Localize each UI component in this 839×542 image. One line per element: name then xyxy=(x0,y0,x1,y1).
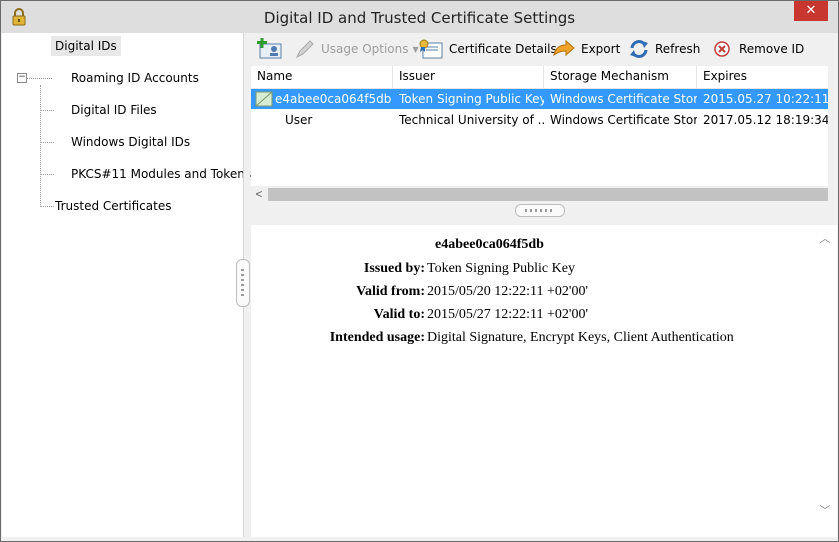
detail-row-issued-by: Issued by: Token Signing Public Key xyxy=(251,261,816,281)
export-label: Export xyxy=(581,42,621,56)
title-bar: Digital ID and Trusted Certificate Setti… xyxy=(1,1,838,33)
refresh-label: Refresh xyxy=(655,42,701,56)
row-expires: 2017.05.12 18:19:34 Z xyxy=(703,113,828,127)
list-vertical-scrollbar[interactable] xyxy=(828,66,837,202)
scroll-up-arrow[interactable]: ︿ xyxy=(819,233,831,245)
remove-id-label: Remove ID xyxy=(739,42,805,56)
row-storage: Windows Certificate Store xyxy=(550,113,697,127)
tree-item-roaming-id-accounts[interactable]: Roaming ID Accounts xyxy=(71,71,199,85)
certificate-settings-window: Digital ID and Trusted Certificate Setti… xyxy=(0,0,839,542)
certificate-details-label: Certificate Details xyxy=(449,42,557,56)
details-title: e4abee0ca064f5db xyxy=(435,237,544,252)
horizontal-splitter-grip[interactable] xyxy=(515,204,565,217)
detail-value: 2015/05/27 12:22:11 +02'00' xyxy=(427,307,588,322)
row-name: User xyxy=(285,113,313,127)
detail-label: Intended usage: xyxy=(329,330,425,345)
detail-row-valid-from: Valid from: 2015/05/20 12:22:11 +02'00' xyxy=(251,284,816,304)
scroll-down-arrow[interactable]: ﹀ xyxy=(819,505,831,517)
column-header-issuer[interactable]: Issuer xyxy=(393,66,544,88)
tree-item-digital-ids[interactable]: Digital IDs xyxy=(51,36,121,56)
tree-connector xyxy=(40,142,54,143)
horizontal-scroll-thumb[interactable] xyxy=(268,188,828,201)
tree-panel: − Digital IDs Roaming ID Accounts Digita… xyxy=(2,33,251,537)
row-name: e4abee0ca064f5db xyxy=(275,92,392,106)
export-button[interactable]: Export xyxy=(552,38,620,60)
id-list: Name Issuer Storage Mechanism Expires e4… xyxy=(251,66,828,186)
usage-options-button[interactable]: Usage Options ▼ xyxy=(294,38,419,60)
tree-item-windows-digital-ids[interactable]: Windows Digital IDs xyxy=(71,135,190,149)
add-id-button[interactable] xyxy=(257,38,288,60)
tree-connector xyxy=(26,78,52,79)
refresh-icon xyxy=(630,40,648,58)
column-header-expires[interactable]: Expires xyxy=(697,66,828,88)
row-issuer: Technical University of ... xyxy=(399,113,544,127)
pen-icon xyxy=(295,40,314,59)
scroll-left-arrow[interactable]: < xyxy=(253,186,265,202)
details-vertical-scrollbar[interactable]: ︿ ﹀ xyxy=(816,225,837,537)
tree-connector xyxy=(40,206,54,207)
tree-item-trusted-certificates[interactable]: Trusted Certificates xyxy=(55,199,171,213)
tree-item-pkcs11-modules[interactable]: PKCS#11 Modules and Tokens xyxy=(71,167,251,181)
detail-value: 2015/05/20 12:22:11 +02'00' xyxy=(427,284,588,299)
row-expires: 2015.05.27 10:22:11 Z xyxy=(703,92,828,106)
tree-connector xyxy=(40,110,54,111)
tree-item-digital-id-files[interactable]: Digital ID Files xyxy=(71,103,157,117)
usage-options-label: Usage Options xyxy=(321,42,409,56)
row-storage: Windows Certificate Store xyxy=(550,92,697,106)
horizontal-scrollbar[interactable]: < xyxy=(251,186,828,202)
certificate-details-pane: e4abee0ca064f5db Issued by: Token Signin… xyxy=(251,225,816,537)
detail-value: Digital Signature, Encrypt Keys, Client … xyxy=(427,330,734,345)
close-button[interactable]: ✕ xyxy=(794,1,828,21)
refresh-button[interactable]: Refresh xyxy=(628,38,700,60)
table-row[interactable]: User Technical University of ... Windows… xyxy=(251,110,828,130)
column-header-name[interactable]: Name xyxy=(251,66,393,88)
certificate-icon xyxy=(419,39,443,59)
detail-row-valid-to: Valid to: 2015/05/27 12:22:11 +02'00' xyxy=(251,307,816,327)
row-issuer: Token Signing Public Key xyxy=(399,92,544,106)
remove-icon xyxy=(714,41,730,57)
list-header: Name Issuer Storage Mechanism Expires xyxy=(251,66,828,89)
tree-connector xyxy=(40,174,54,175)
window-title: Digital ID and Trusted Certificate Setti… xyxy=(263,9,576,27)
detail-label: Issued by: xyxy=(363,261,425,276)
splitter-grip[interactable] xyxy=(236,259,250,307)
add-id-icon xyxy=(257,38,282,59)
detail-label: Valid to: xyxy=(373,307,425,322)
table-row[interactable]: e4abee0ca064f5db Token Signing Public Ke… xyxy=(251,89,828,109)
detail-row-intended-usage: Intended usage: Digital Signature, Encry… xyxy=(251,330,816,350)
detail-label: Valid from: xyxy=(356,284,425,299)
export-arrow-icon xyxy=(553,39,575,57)
tree-connector xyxy=(40,85,41,207)
detail-value: Token Signing Public Key xyxy=(427,261,575,276)
certificate-details-button[interactable]: Certificate Details xyxy=(418,38,557,60)
column-header-storage[interactable]: Storage Mechanism xyxy=(544,66,697,88)
remove-id-button[interactable]: Remove ID xyxy=(712,38,804,60)
toolbar: Usage Options ▼ Certificate Details Expo… xyxy=(250,33,837,64)
